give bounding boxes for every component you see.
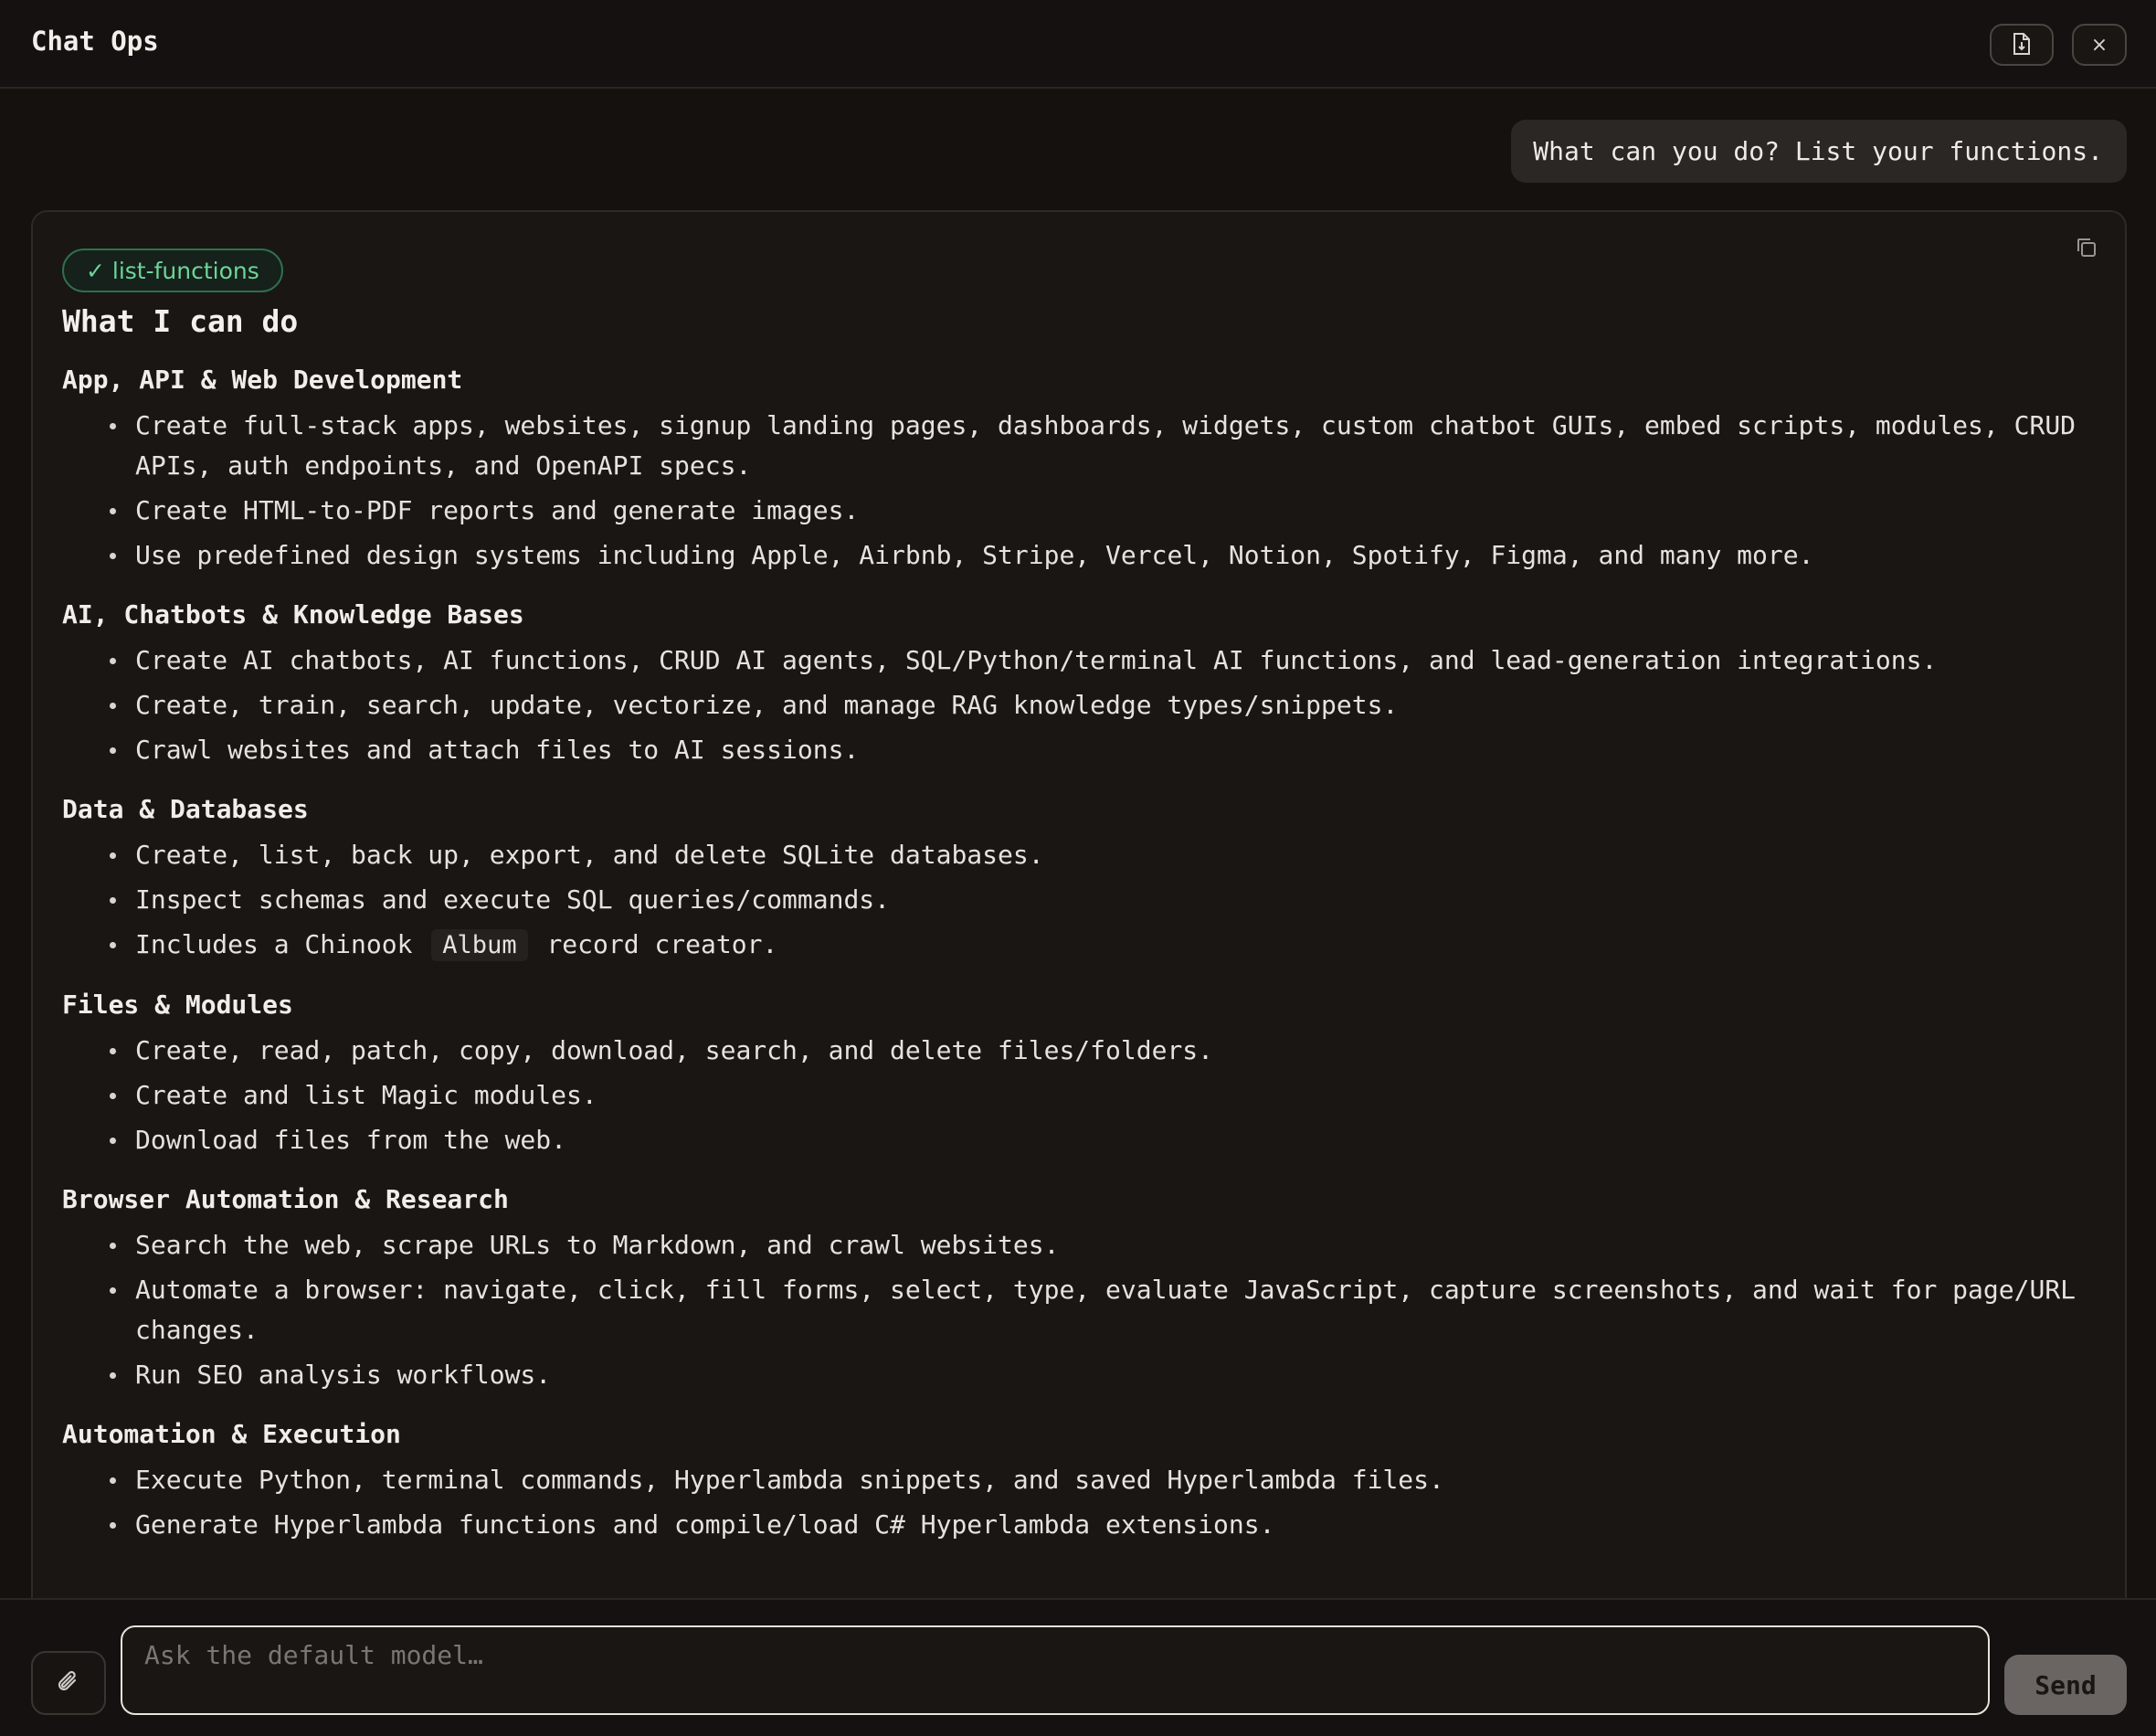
list-item: Create AI chatbots, AI functions, CRUD A…	[62, 640, 2108, 681]
list-item: Generate Hyperlambda functions and compi…	[62, 1505, 2108, 1545]
file-export-icon	[2012, 32, 2032, 58]
list-item: Create full-stack apps, websites, signup…	[62, 406, 2108, 486]
attach-button[interactable]	[31, 1651, 106, 1715]
list-item: Crawl websites and attach files to AI se…	[62, 730, 2108, 770]
list-item: Create, train, search, update, vectorize…	[62, 685, 2108, 725]
send-button[interactable]: Send	[2004, 1655, 2127, 1715]
section-list: Create, read, patch, copy, download, sea…	[62, 1031, 2108, 1160]
copy-button[interactable]	[2070, 232, 2103, 265]
list-item: Download files from the web.	[62, 1120, 2108, 1160]
section-list: Create AI chatbots, AI functions, CRUD A…	[62, 640, 2108, 770]
list-item: Automate a browser: navigate, click, fil…	[62, 1270, 2108, 1350]
section-list: Search the web, scrape URLs to Markdown,…	[62, 1225, 2108, 1395]
chat-ops-window: Chat Ops × What can you do? List your fu…	[0, 0, 2156, 1736]
tool-call-badge: ✓ list-functions	[62, 249, 283, 292]
copy-icon	[2075, 236, 2098, 262]
user-message: What can you do? List your functions.	[1511, 120, 2127, 183]
section-list: Create full-stack apps, websites, signup…	[62, 406, 2108, 576]
paperclip-icon	[57, 1669, 80, 1698]
section-title: Files & Modules	[62, 990, 293, 1020]
section-title: Browser Automation & Research	[62, 1184, 509, 1214]
list-item: Search the web, scrape URLs to Markdown,…	[62, 1225, 2108, 1265]
list-item: Inspect schemas and execute SQL queries/…	[62, 880, 2108, 920]
list-item: Execute Python, terminal commands, Hyper…	[62, 1460, 2108, 1500]
close-icon: ×	[2090, 33, 2108, 57]
section-title: AI, Chatbots & Knowledge Bases	[62, 599, 524, 630]
assistant-message: ✓ list-functions What I can do App, API …	[31, 210, 2127, 1598]
list-item: Includes a Chinook Album record creator.	[62, 925, 2108, 966]
list-item: Create and list Magic modules.	[62, 1075, 2108, 1116]
assistant-content: What I can do App, API & Web Development…	[62, 303, 2108, 1569]
list-item: Create, list, back up, export, and delet…	[62, 835, 2108, 875]
response-heading: What I can do	[62, 303, 299, 339]
export-button[interactable]	[1990, 24, 2054, 66]
inline-code: Album	[431, 929, 528, 961]
close-button[interactable]: ×	[2072, 24, 2127, 66]
list-item: Run SEO analysis workflows.	[62, 1355, 2108, 1395]
item-text: Includes a Chinook	[135, 929, 413, 959]
section-title: Data & Databases	[62, 794, 309, 824]
section-list: Execute Python, terminal commands, Hyper…	[62, 1460, 2108, 1545]
list-item: Use predefined design systems including …	[62, 535, 2108, 576]
message-list[interactable]: What can you do? List your functions. ✓ …	[0, 90, 2156, 1598]
list-item: Create HTML-to-PDF reports and generate …	[62, 491, 2108, 531]
section-title: App, API & Web Development	[62, 365, 463, 395]
item-text: record creator.	[546, 929, 778, 959]
app-title: Chat Ops	[31, 26, 159, 57]
section-list: Create, list, back up, export, and delet…	[62, 835, 2108, 966]
composer: Send	[0, 1598, 2156, 1736]
prompt-input[interactable]	[121, 1625, 1990, 1715]
section-title: Automation & Execution	[62, 1419, 401, 1449]
header: Chat Ops ×	[0, 0, 2156, 89]
list-item: Create, read, patch, copy, download, sea…	[62, 1031, 2108, 1071]
